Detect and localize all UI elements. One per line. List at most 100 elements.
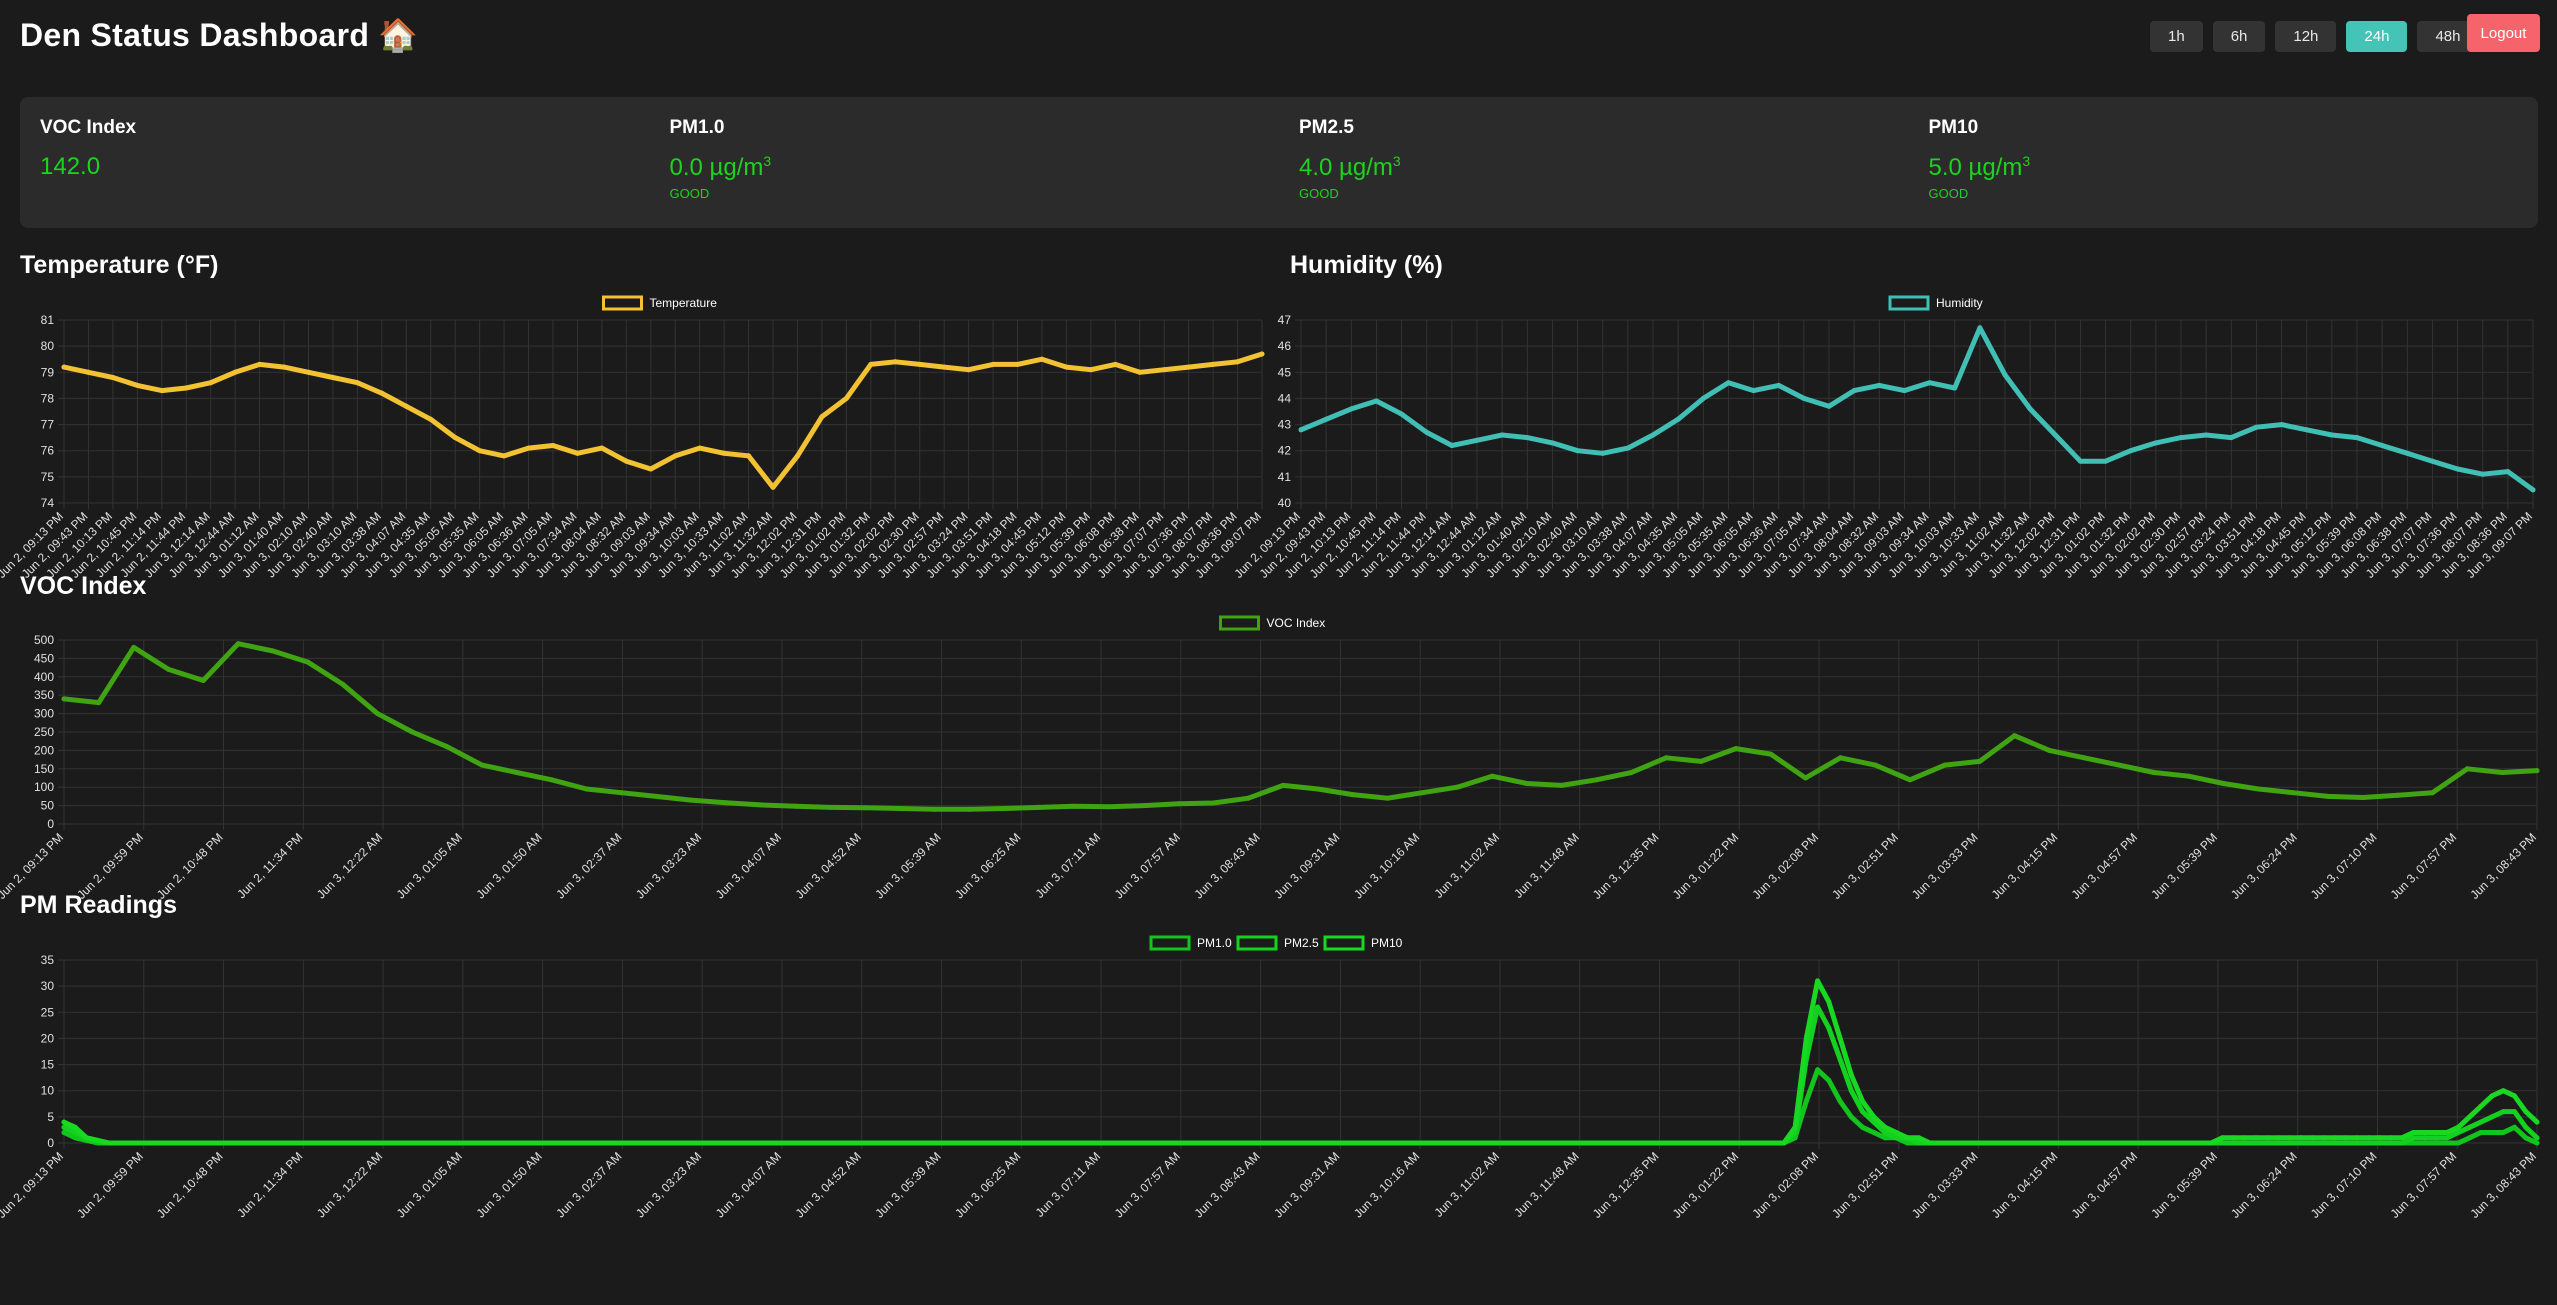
- x-tick-label: Jun 3, 07:10 PM: [2308, 830, 2380, 902]
- data-point: [2152, 1140, 2158, 1146]
- data-point: [1474, 437, 1480, 443]
- x-tick-label: Jun 3, 07:57 AM: [1112, 1149, 1183, 1220]
- data-point: [1848, 1114, 1854, 1120]
- y-tick-label: 200: [34, 743, 54, 757]
- data-point: [1848, 1072, 1854, 1078]
- data-point: [1280, 782, 1286, 788]
- data-point: [61, 364, 67, 370]
- data-point: [454, 1140, 460, 1146]
- logout-button[interactable]: Logout: [2467, 14, 2540, 52]
- range-1h-button[interactable]: 1h: [2150, 21, 2203, 52]
- y-tick-label: 75: [41, 470, 55, 484]
- data-point: [2264, 1140, 2270, 1146]
- y-tick-label: 0: [47, 1136, 54, 1150]
- data-point: [1235, 359, 1241, 365]
- data-point: [1950, 1140, 1955, 1146]
- data-point: [2489, 1114, 2495, 1120]
- legend-item[interactable]: PM2.5: [1236, 935, 1319, 951]
- y-tick-label: 35: [41, 953, 55, 967]
- data-point: [2489, 1093, 2495, 1099]
- data-point: [1015, 361, 1020, 367]
- data-point: [567, 1140, 573, 1146]
- data-point: [1522, 1140, 1528, 1146]
- data-point: [1489, 773, 1495, 779]
- data-point: [747, 1140, 753, 1146]
- data-point: [2467, 1114, 2473, 1120]
- data-point: [697, 445, 703, 451]
- legend-item[interactable]: PM1.0: [1149, 935, 1232, 951]
- pm-section-title: PM Readings: [20, 891, 177, 919]
- card-label: VOC Index: [40, 117, 137, 138]
- data-point: [207, 1140, 213, 1146]
- x-tick-label: Jun 3, 07:57 PM: [2388, 1149, 2460, 1221]
- legend-swatch: [1323, 935, 1365, 951]
- range-24h-button[interactable]: 24h: [2346, 21, 2408, 52]
- data-point: [724, 1140, 730, 1146]
- data-point: [2523, 1124, 2529, 1130]
- data-point: [2231, 1135, 2236, 1141]
- range-12h-button[interactable]: 12h: [2275, 21, 2337, 52]
- data-point: [648, 466, 654, 472]
- x-tick-label: Jun 3, 08:43 PM: [2467, 1149, 2539, 1221]
- data-point: [1624, 1140, 1629, 1146]
- data-point: [2329, 432, 2335, 438]
- data-point: [488, 1140, 494, 1146]
- data-point: [2444, 1135, 2450, 1141]
- y-tick-label: 50: [41, 799, 55, 813]
- data-point: [1449, 443, 1455, 448]
- y-tick-label: 20: [41, 1031, 55, 1045]
- data-point: [1725, 380, 1731, 386]
- data-point: [1826, 999, 1832, 1005]
- data-point: [1837, 755, 1843, 761]
- data-point: [379, 390, 385, 396]
- x-tick-label: Jun 3, 08:43 AM: [1192, 830, 1263, 901]
- data-point: [2151, 770, 2157, 775]
- data-point: [2433, 1135, 2439, 1141]
- data-point: [1210, 361, 1216, 367]
- data-point: [1803, 1098, 1809, 1104]
- data-point: [691, 1140, 696, 1146]
- data-point: [1315, 786, 1321, 792]
- data-point: [1851, 388, 1857, 394]
- x-tick-label: Jun 3, 04:57 PM: [2069, 830, 2141, 902]
- y-tick-label: 25: [41, 1005, 55, 1019]
- x-tick-label: Jun 3, 03:33 PM: [1909, 1149, 1981, 1221]
- data-point: [2174, 1140, 2180, 1146]
- data-point: [1106, 804, 1112, 810]
- x-tick-label: Jun 3, 10:16 AM: [1351, 830, 1422, 901]
- legend-label: PM2.5: [1284, 936, 1319, 950]
- data-point: [2287, 1140, 2293, 1146]
- data-point: [618, 790, 624, 796]
- legend-item[interactable]: VOC Index: [1219, 615, 1326, 631]
- data-point: [803, 1140, 809, 1146]
- data-point: [862, 805, 868, 811]
- data-point: [1594, 777, 1600, 783]
- data-point: [2253, 424, 2259, 430]
- data-point: [1700, 395, 1706, 401]
- data-point: [2304, 427, 2310, 433]
- card-value: 142.0: [40, 153, 630, 181]
- legend-item[interactable]: Temperature: [602, 295, 718, 311]
- data-point: [544, 1140, 550, 1146]
- data-point: [1196, 1140, 1202, 1146]
- range-6h-button[interactable]: 6h: [2212, 21, 2266, 52]
- y-tick-label: 500: [34, 633, 54, 647]
- legend-item[interactable]: PM10: [1323, 935, 1403, 951]
- data-point: [897, 806, 903, 811]
- data-point: [2298, 1135, 2304, 1141]
- data-point: [1826, 403, 1832, 409]
- legend-item[interactable]: Humidity: [1888, 295, 1983, 311]
- data-point: [1927, 1140, 1933, 1146]
- data-point: [286, 1140, 292, 1146]
- data-point: [1826, 1025, 1832, 1031]
- data-point: [1815, 1004, 1821, 1010]
- data-point: [932, 806, 938, 812]
- data-point: [1399, 411, 1405, 417]
- data-point: [2478, 1130, 2484, 1135]
- data-point: [2051, 1140, 2057, 1146]
- data-point: [1084, 1140, 1090, 1146]
- data-point: [1137, 369, 1143, 375]
- x-tick-label: Jun 3, 07:11 AM: [1033, 1149, 1104, 1220]
- data-point: [2103, 458, 2109, 464]
- data-point: [2365, 1140, 2371, 1146]
